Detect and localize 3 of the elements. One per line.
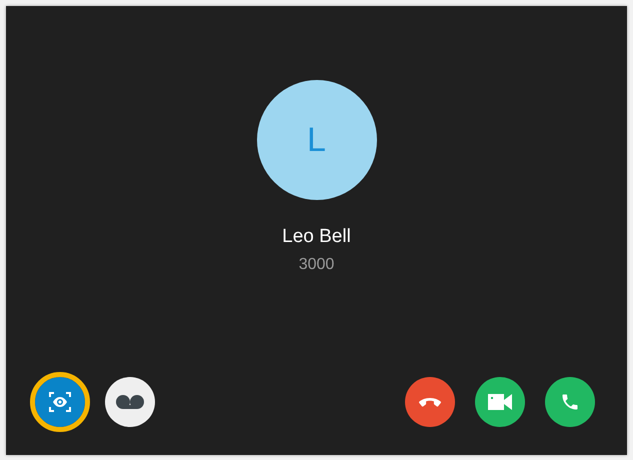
- avatar-initial: L: [307, 120, 326, 160]
- contact-number: 3000: [298, 256, 334, 274]
- contact-name: Leo Bell: [282, 226, 351, 248]
